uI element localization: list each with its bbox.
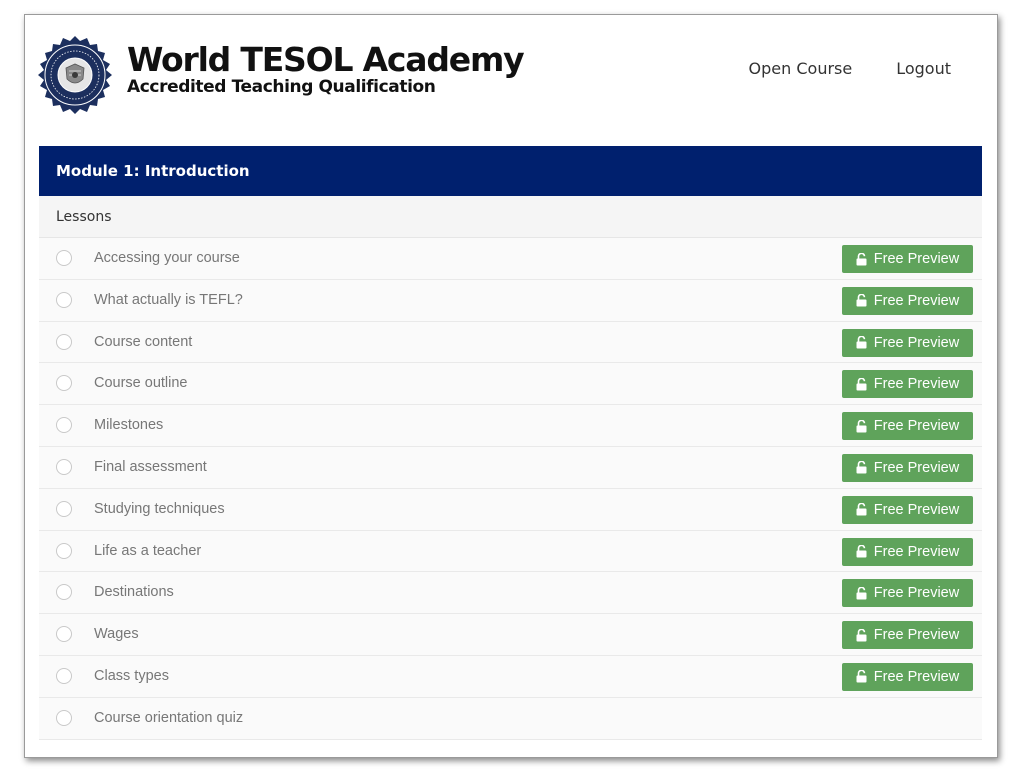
unlock-icon	[856, 586, 867, 600]
free-preview-button[interactable]: Free Preview	[842, 621, 973, 650]
circle-icon[interactable]	[56, 584, 72, 601]
lesson-row[interactable]: Final assessment Free Preview	[39, 446, 982, 489]
circle-icon[interactable]	[56, 375, 72, 392]
lesson-link[interactable]: Milestones	[94, 405, 163, 445]
circle-icon[interactable]	[56, 709, 72, 726]
lesson-row[interactable]: Course content Free Preview	[39, 321, 982, 364]
free-preview-label: Free Preview	[873, 418, 960, 435]
lesson-link[interactable]: What actually is TEFL?	[94, 280, 243, 320]
circle-icon[interactable]	[56, 542, 72, 559]
circle-icon[interactable]	[56, 250, 72, 266]
free-preview-button[interactable]: Free Preview	[842, 495, 973, 524]
unlock-icon	[856, 294, 867, 307]
lesson-row[interactable]: Accessing your course Free Preview	[39, 238, 982, 280]
free-preview-label: Free Preview	[873, 668, 960, 685]
free-preview-button[interactable]: Free Preview	[842, 412, 973, 441]
free-preview-button[interactable]: Free Preview	[842, 328, 973, 357]
lesson-row[interactable]: Life as a teacher Free Preview	[39, 530, 982, 573]
free-preview-button[interactable]: Free Preview	[842, 662, 973, 691]
lesson-link[interactable]: Studying techniques	[94, 489, 225, 529]
unlock-icon	[856, 461, 867, 474]
unlock-icon	[856, 503, 867, 516]
page-frame: World TESOL Academy Accredited Teaching …	[24, 14, 998, 758]
unlock-icon	[856, 377, 867, 391]
free-preview-button[interactable]: Free Preview	[842, 370, 973, 399]
brand: World TESOL Academy Accredited Teaching …	[127, 43, 525, 98]
module-title[interactable]: Module 1: Introduction	[39, 146, 982, 196]
site-title[interactable]: World TESOL Academy	[127, 43, 525, 77]
free-preview-button[interactable]: Free Preview	[842, 245, 973, 273]
lesson-link[interactable]: Life as a teacher	[94, 531, 201, 571]
unlock-icon	[856, 628, 867, 642]
lesson-row[interactable]: Wages Free Preview	[39, 614, 982, 656]
lesson-link[interactable]: Destinations	[94, 572, 174, 612]
circle-icon[interactable]	[56, 667, 72, 684]
free-preview-label: Free Preview	[873, 585, 960, 602]
lesson-link[interactable]: Course outline	[94, 363, 188, 403]
lesson-row[interactable]: Course orientation quiz	[39, 697, 982, 740]
free-preview-label: Free Preview	[873, 292, 960, 309]
free-preview-button[interactable]: Free Preview	[842, 453, 973, 482]
lesson-row[interactable]: Class types Free Preview	[39, 655, 982, 698]
circle-icon[interactable]	[56, 291, 72, 308]
site-header: World TESOL Academy Accredited Teaching …	[25, 15, 997, 145]
free-preview-label: Free Preview	[873, 543, 960, 560]
lesson-row[interactable]: Milestones Free Preview	[39, 405, 982, 447]
module-section: Module 1: Introduction Lessons Accessing…	[39, 146, 982, 740]
top-nav: Open Course Logout	[749, 59, 951, 78]
free-preview-label: Free Preview	[873, 251, 960, 267]
site-subtitle: Accredited Teaching Qualification	[127, 77, 436, 97]
lesson-link[interactable]: Course content	[94, 322, 192, 362]
unlock-icon	[856, 336, 867, 349]
lesson-link[interactable]: Wages	[94, 614, 139, 654]
circle-icon[interactable]	[56, 458, 72, 475]
lesson-list: Accessing your course Free Preview What ac…	[39, 238, 982, 740]
unlock-icon	[856, 419, 867, 433]
free-preview-button[interactable]: Free Preview	[842, 286, 973, 315]
open-course-link[interactable]: Open Course	[749, 59, 853, 78]
free-preview-button[interactable]: Free Preview	[842, 579, 973, 608]
lesson-link[interactable]: Final assessment	[94, 447, 207, 487]
unlock-icon	[856, 252, 867, 265]
unlock-icon	[856, 670, 867, 683]
circle-icon[interactable]	[56, 333, 72, 350]
academy-seal-icon[interactable]	[35, 35, 115, 115]
lesson-row[interactable]: Destinations Free Preview	[39, 572, 982, 615]
free-preview-label: Free Preview	[873, 627, 960, 644]
lesson-row[interactable]: Course outline Free Preview	[39, 363, 982, 406]
logout-link[interactable]: Logout	[896, 59, 951, 78]
free-preview-label: Free Preview	[873, 334, 960, 351]
free-preview-label: Free Preview	[873, 459, 960, 476]
lesson-link[interactable]: Class types	[94, 656, 169, 696]
free-preview-label: Free Preview	[873, 501, 960, 518]
unlock-icon	[856, 545, 867, 558]
lesson-row[interactable]: Studying techniques Free Preview	[39, 488, 982, 531]
lesson-link[interactable]: Course orientation quiz	[94, 698, 243, 738]
free-preview-label: Free Preview	[873, 376, 960, 393]
circle-icon[interactable]	[56, 626, 72, 643]
free-preview-button[interactable]: Free Preview	[842, 537, 973, 566]
circle-icon[interactable]	[56, 500, 72, 517]
lesson-link[interactable]: Accessing your course	[94, 238, 240, 278]
lesson-row[interactable]: What actually is TEFL? Free Preview	[39, 279, 982, 322]
lessons-heading: Lessons	[39, 196, 982, 238]
circle-icon[interactable]	[56, 417, 72, 434]
